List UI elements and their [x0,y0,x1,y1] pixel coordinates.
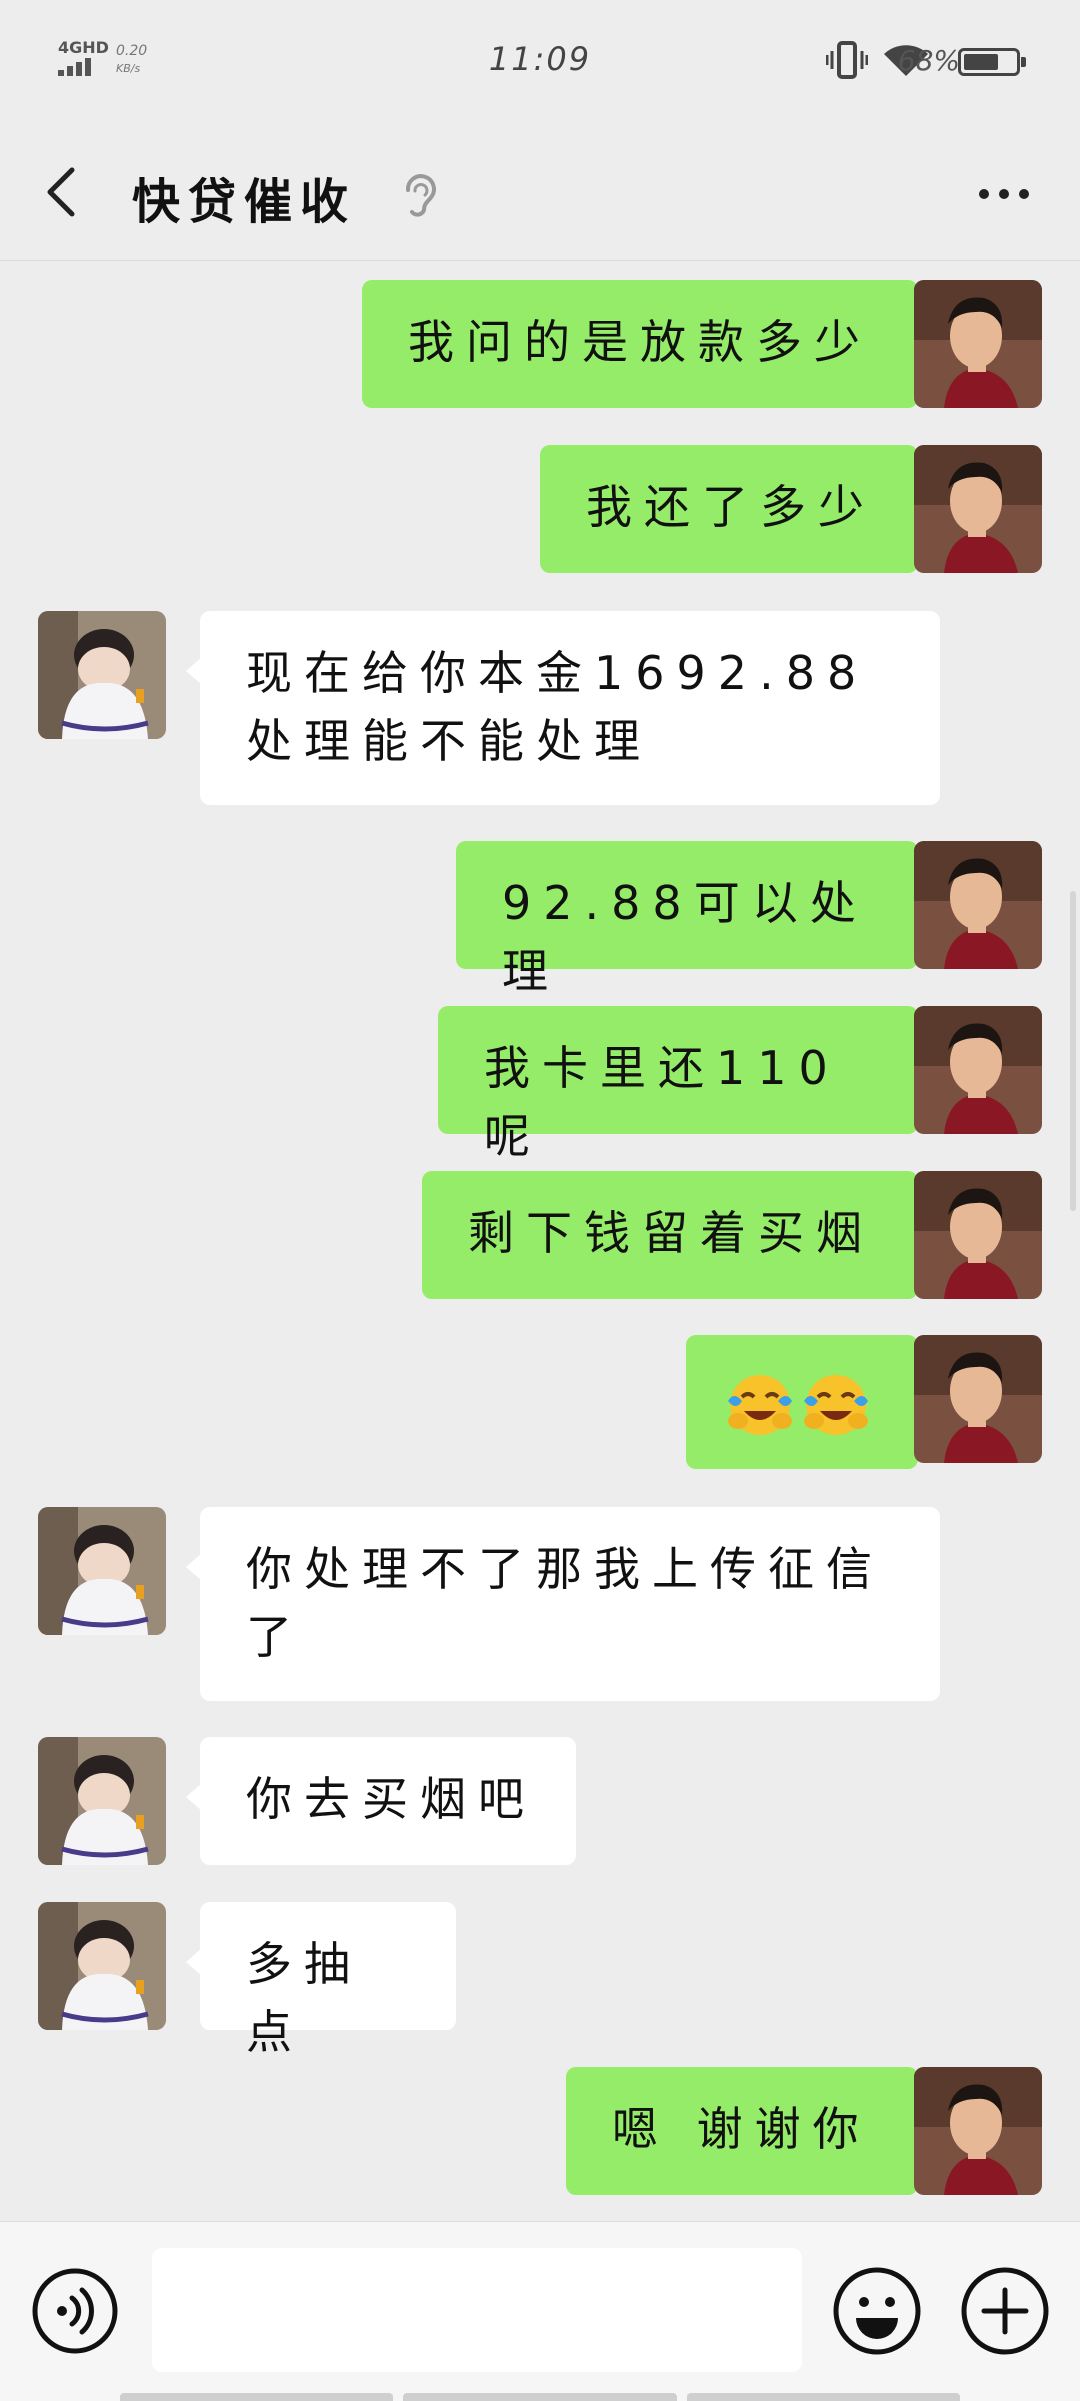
back-icon[interactable] [36,160,92,224]
avatar-contact[interactable] [38,1902,166,2030]
message-bubble[interactable]: 你去买烟吧 [186,1737,576,1865]
avatar-contact[interactable] [38,611,166,739]
ear-icon [405,174,436,217]
message-bubble[interactable]: 嗯 谢谢你 [566,2067,932,2195]
avatar-self[interactable] [914,445,1042,573]
message-bubble[interactable]: 现在给你本金1692.88处理能不能处理 [186,611,940,805]
battery-percent: 68% [897,44,960,77]
vibrate-icon [826,41,868,79]
avatar-self[interactable] [914,841,1042,969]
message-bubble[interactable]: 多抽点 [186,1902,456,2059]
message-bubble[interactable]: 我问的是放款多少 [362,280,932,408]
emoji-message-bubble[interactable] [686,1335,932,1469]
chat-title: 快贷催收 [132,174,357,230]
plus-icon[interactable] [960,2266,1050,2356]
avatar-self[interactable] [914,280,1042,408]
message-bubble[interactable]: 我卡里还110呢 [438,1006,932,1163]
avatar-contact[interactable] [38,1737,166,1865]
scrollbar[interactable] [1070,891,1076,1211]
smiley-icon[interactable] [832,2266,922,2356]
message-bubble[interactable]: 你处理不了那我上传征信了 [186,1507,940,1701]
input-bar [0,2221,1080,2401]
avatar-self[interactable] [914,2067,1042,2195]
more-icon[interactable] [964,164,1044,224]
avatar-self[interactable] [914,1171,1042,1299]
message-bubble[interactable]: 我还了多少 [540,445,932,573]
avatar-self[interactable] [914,1335,1042,1463]
message-input[interactable] [152,2248,802,2372]
message-bubble[interactable]: 92.88可以处理 [456,841,932,998]
voice-icon[interactable] [32,2268,118,2354]
face-with-tears-of-joy-icon [728,1374,792,1435]
avatar-contact[interactable] [38,1507,166,1635]
battery-icon [958,48,1026,76]
battery-level [964,54,998,70]
chat-header: 快贷催收 [0,124,1080,261]
message-bubble[interactable]: 剩下钱留着买烟 [422,1171,932,1299]
status-bar: 4GHD 0.20 KB/s 11:09 68% [0,0,1080,124]
message-list[interactable]: 我问的是放款多少 我还了多少 现在给你本金1692.88处理能不能处理 92.8… [0,261,1080,2221]
avatar-self[interactable] [914,1006,1042,1134]
face-with-tears-of-joy-icon [804,1374,868,1435]
